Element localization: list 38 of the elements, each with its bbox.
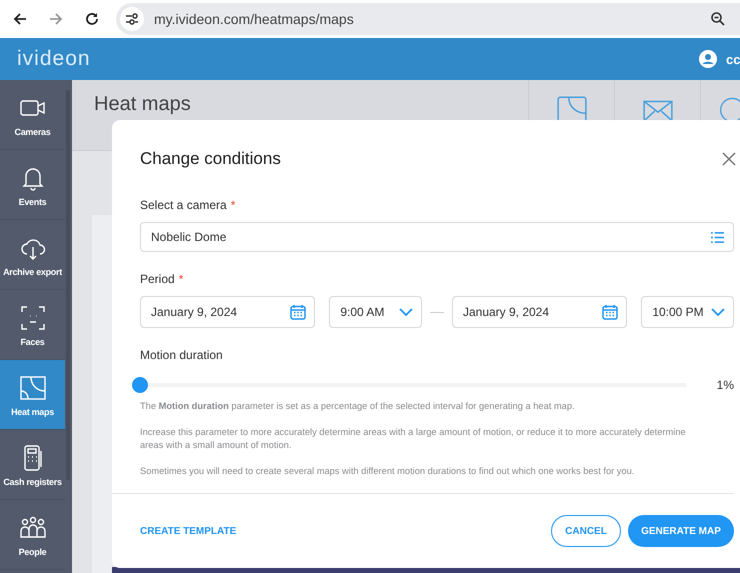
sidebar-item[interactable]: Cameras [0, 80, 65, 150]
sidebar-item[interactable]: Heat maps [0, 360, 65, 430]
reload-icon[interactable] [84, 11, 100, 27]
list-icon [710, 230, 725, 244]
sidebar-item[interactable]: Events [0, 150, 65, 220]
sidebar-item[interactable]: People [0, 500, 65, 570]
required-mark: * [230, 198, 236, 212]
slider-thumb[interactable] [132, 377, 148, 393]
zoom-icon[interactable] [710, 11, 726, 27]
field-label: Period [140, 272, 175, 286]
camera-select[interactable]: Nobelic Dome [140, 222, 734, 252]
dialog-title: Change conditions [140, 149, 282, 169]
required-mark: * [178, 272, 184, 286]
start-time-select[interactable]: 9:00 AM [329, 296, 422, 328]
field-label: Select a camera [140, 198, 227, 212]
site-settings-icon[interactable] [120, 7, 144, 31]
help-text: Increase this parameter to more accurately determine areas with a large amount of motion, or reduce it to more accurately determine areas with a small amount of motion. [140, 426, 687, 452]
sidebar-item[interactable]: Archive export [0, 220, 65, 290]
end-time-select[interactable]: 10:00 PM [641, 296, 734, 328]
user-icon[interactable] [698, 49, 718, 69]
help-text: Sometimes you will need to create several maps with different motion durations to find out which one works best for you. [140, 465, 636, 478]
start-date-field[interactable]: January 9, 2024 [140, 296, 316, 328]
chevron-down-icon [399, 308, 414, 316]
close-icon[interactable] [722, 152, 736, 166]
page-title: Heat maps [93, 92, 192, 117]
field-label: Motion duration [140, 348, 223, 362]
logo: ivideon [17, 47, 92, 71]
calendar-icon [602, 304, 618, 320]
chevron-down-icon [711, 308, 725, 316]
calendar-icon [290, 304, 306, 320]
user-name[interactable]: cc [726, 52, 740, 66]
slider-value: 1% [716, 378, 734, 392]
help-text: The Motion duration parameter is set as a percentage of the selected interval for generating a heat map. [140, 400, 576, 413]
sidebar-item[interactable]: Cash registers [0, 430, 65, 500]
end-date-field[interactable]: January 9, 2024 [452, 296, 628, 328]
address-bar[interactable]: my.ivideon.com/heatmaps/maps [116, 3, 740, 35]
back-icon[interactable] [12, 11, 28, 27]
forward-icon[interactable] [48, 11, 64, 27]
